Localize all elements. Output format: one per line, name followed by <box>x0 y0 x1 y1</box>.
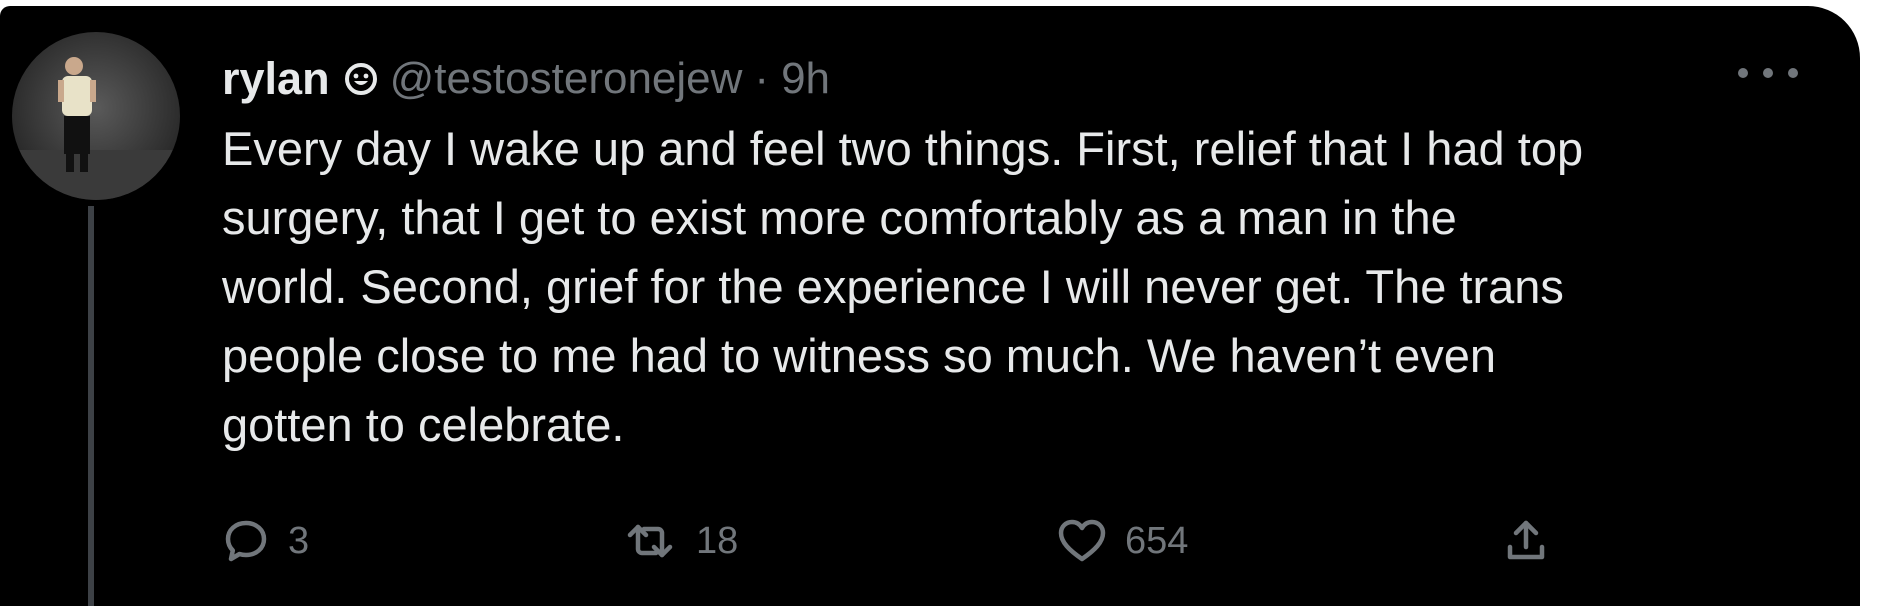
smiley-icon <box>344 62 378 96</box>
separator-dot: · <box>754 54 770 103</box>
thread-line <box>88 206 94 606</box>
display-name[interactable]: rylan <box>222 53 330 105</box>
avatar[interactable] <box>12 32 180 200</box>
retweet-icon <box>627 524 673 558</box>
share-icon <box>1507 520 1545 560</box>
heart-icon <box>1058 519 1106 562</box>
reply-button[interactable]: 3 <box>222 506 309 576</box>
tweet-header: rylan @testosteronejew · 9h <box>222 46 830 112</box>
tweet-card: rylan @testosteronejew · 9h Every day I … <box>0 6 1860 606</box>
user-handle[interactable]: @testosteronejew <box>390 54 743 104</box>
reply-count: 3 <box>288 519 310 562</box>
tweet-text-line: Every day I wake up and feel two things.… <box>222 122 1584 175</box>
retweet-count: 18 <box>696 519 739 562</box>
tweet-text-line: surgery, that I get to exist more comfor… <box>222 191 1457 244</box>
tweet-text-line: world. Second, grief for the experience … <box>222 260 1564 313</box>
like-button[interactable]: 654 <box>1057 506 1188 576</box>
like-count: 654 <box>1125 519 1189 562</box>
tweet-text-line: people close to me had to witness so muc… <box>222 329 1497 382</box>
tweet-actions: 3 18 654 <box>222 506 1622 576</box>
more-icon[interactable] <box>1738 58 1798 88</box>
tweet-text: Every day I wake up and feel two things.… <box>222 114 1822 459</box>
tweet-time[interactable]: 9h <box>781 54 830 104</box>
tweet-text-line: gotten to celebrate. <box>222 398 625 451</box>
share-button[interactable] <box>1502 506 1550 576</box>
reply-icon <box>225 520 267 562</box>
retweet-button[interactable]: 18 <box>622 506 738 576</box>
